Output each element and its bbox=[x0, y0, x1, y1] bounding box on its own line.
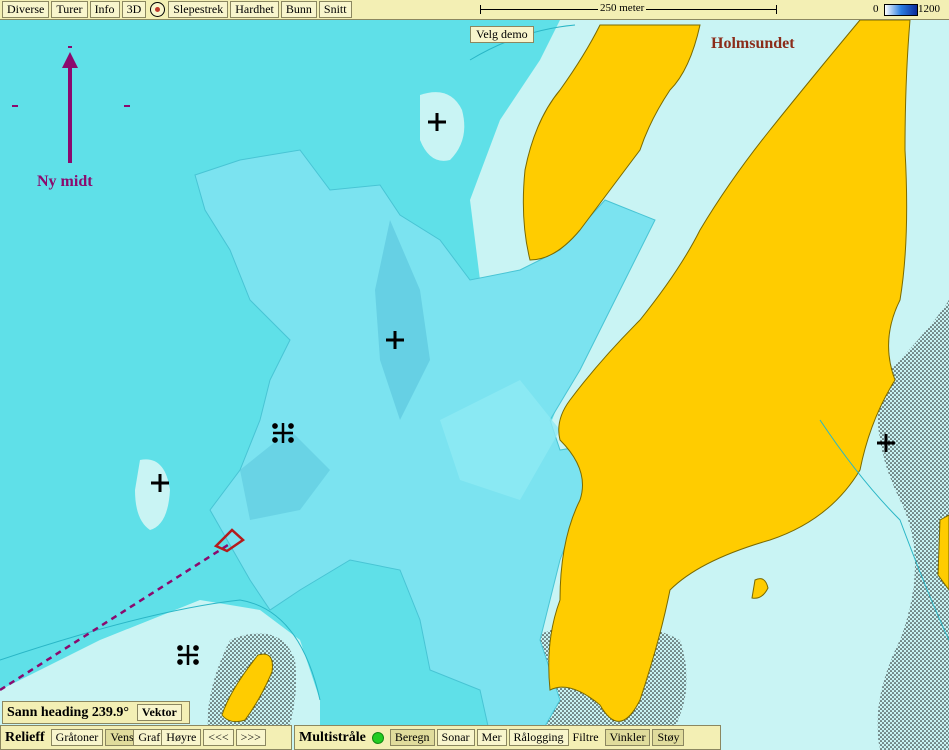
sonar-button[interactable]: Sonar bbox=[436, 729, 475, 746]
top-toolbar: Diverse Turer Info 3D Slepestrek Hardhet… bbox=[0, 0, 949, 20]
place-label: Holmsundet bbox=[711, 35, 795, 52]
prev-button[interactable]: <<< bbox=[203, 729, 234, 746]
multibeam-panel: Multistråle Beregn Sonar Mer Rålogging F… bbox=[294, 725, 721, 750]
menu-3d[interactable]: 3D bbox=[121, 1, 147, 18]
next-button[interactable]: >>> bbox=[235, 729, 266, 746]
grayscale-button[interactable]: Gråtoner bbox=[50, 729, 104, 746]
scale-bar: 250 meter bbox=[480, 2, 777, 15]
select-demo-button[interactable]: Velg demo bbox=[470, 26, 534, 43]
chart-map[interactable] bbox=[0, 0, 949, 750]
menu-hardhet[interactable]: Hardhet bbox=[230, 1, 279, 18]
vector-button[interactable]: Vektor bbox=[136, 704, 182, 721]
compute-button[interactable]: Beregn bbox=[389, 729, 435, 746]
right-button[interactable]: Høyre bbox=[161, 729, 202, 746]
menu-bunn[interactable]: Bunn bbox=[280, 1, 317, 18]
multibeam-title: Multistråle bbox=[299, 729, 366, 745]
depth-legend-max: 1200 bbox=[918, 3, 940, 15]
menu-slepestrek[interactable]: Slepestrek bbox=[168, 1, 229, 18]
relieff-panel: Relieff Gråtoner Venstre Graf Høyre <<< … bbox=[0, 725, 292, 750]
angles-filter-button[interactable]: Vinkler bbox=[604, 729, 651, 746]
heading-panel: Sann heading 239.9° Vektor bbox=[2, 701, 190, 724]
menu-info[interactable]: Info bbox=[89, 1, 120, 18]
target-icon[interactable] bbox=[150, 2, 166, 17]
menu-snitt[interactable]: Snitt bbox=[318, 1, 352, 18]
raw-logging-button[interactable]: Rålogging bbox=[508, 729, 569, 746]
scale-label: 250 meter bbox=[598, 2, 647, 14]
recenter-label[interactable]: Ny midt bbox=[37, 173, 93, 191]
filter-label: Filtre bbox=[572, 730, 599, 744]
awash-rock-marker bbox=[177, 645, 199, 665]
noise-filter-button[interactable]: Støy bbox=[652, 729, 685, 746]
menu-diverse[interactable]: Diverse bbox=[2, 1, 50, 18]
relieff-title: Relieff bbox=[5, 729, 45, 745]
depth-legend-min: 0 bbox=[873, 3, 879, 15]
heading-readout: Sann heading 239.9° bbox=[7, 704, 129, 720]
more-button[interactable]: Mer bbox=[476, 729, 507, 746]
depth-legend-bar bbox=[884, 4, 918, 16]
status-indicator-icon bbox=[371, 731, 384, 744]
menu-turer[interactable]: Turer bbox=[51, 1, 88, 18]
awash-rock-marker bbox=[272, 423, 294, 443]
